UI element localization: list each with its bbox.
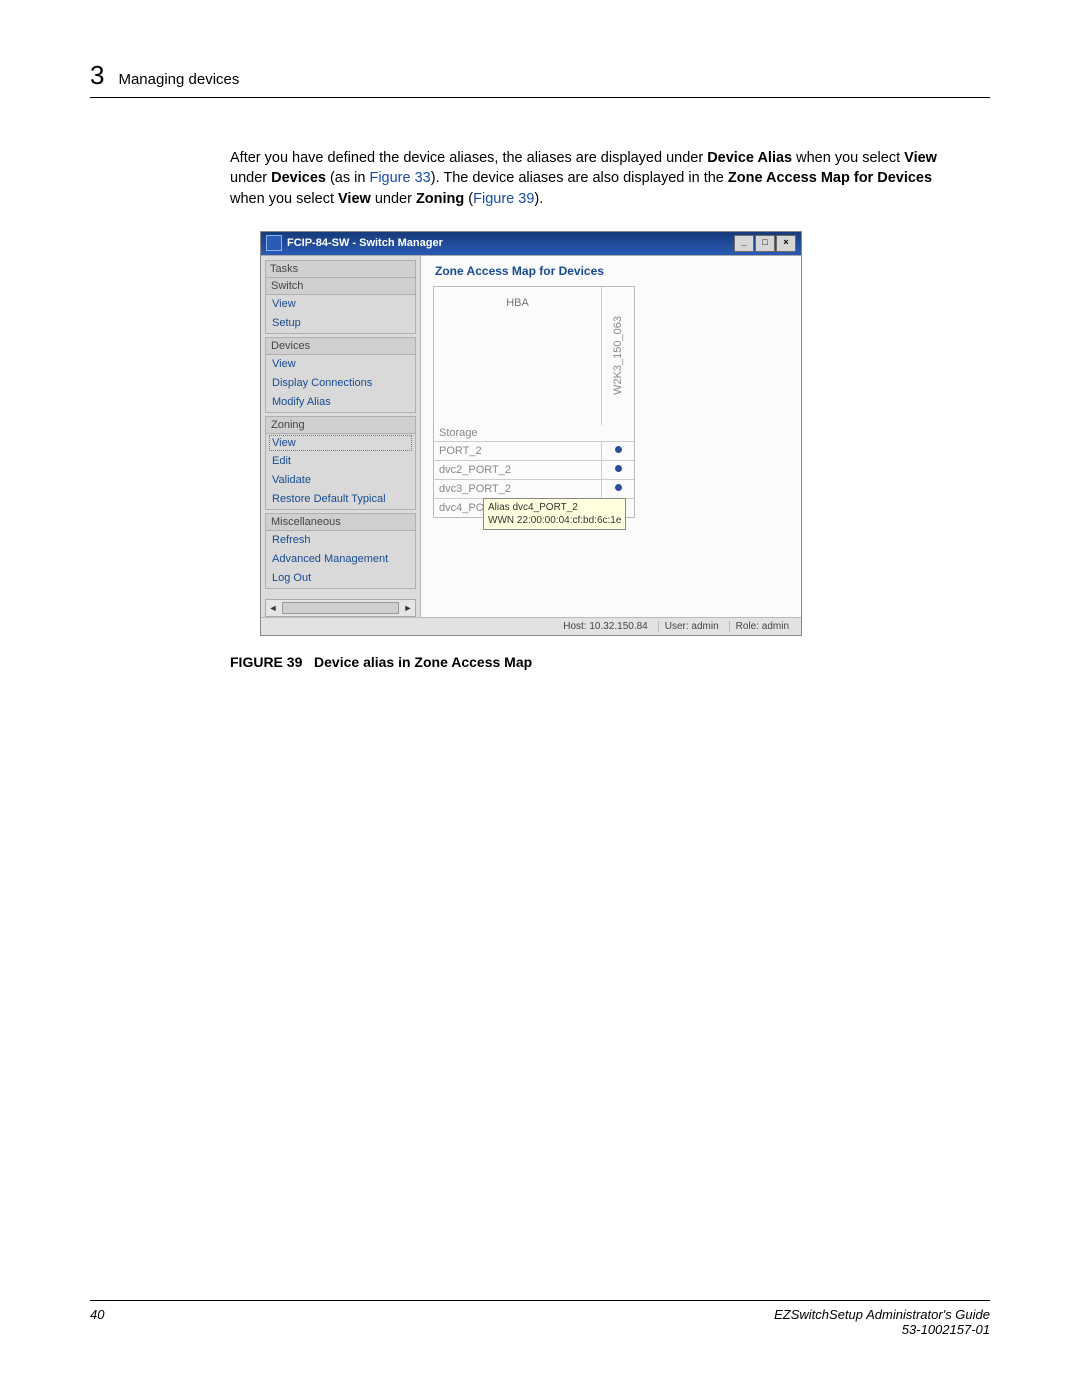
table-row[interactable]: PORT_2 — [434, 441, 634, 460]
horizontal-scrollbar[interactable]: ◄ ► — [265, 599, 416, 617]
dot-icon — [615, 465, 622, 472]
hba-column-header: HBA — [434, 287, 601, 425]
text-bold: Zone Access Map for Devices — [728, 170, 932, 186]
zone-access-map: HBA W2K3_150_063 Storage PORT_2 dvc2_POR… — [433, 286, 635, 518]
row-label: dvc2_PORT_2 — [434, 461, 601, 479]
text-bold: Device Alias — [707, 150, 792, 166]
doc-title: EZSwitchSetup Administrator's Guide — [774, 1307, 990, 1322]
close-button[interactable]: × — [776, 235, 796, 252]
text-bold: View — [904, 150, 937, 166]
figure-link-33[interactable]: Figure 33 — [369, 170, 430, 186]
page-number: 40 — [90, 1307, 104, 1337]
dot-icon — [615, 446, 622, 453]
text: under — [371, 191, 416, 207]
group-zoning: Zoning View Edit Validate Restore Defaul… — [265, 416, 416, 510]
text-bold: Devices — [271, 170, 326, 186]
maximize-button[interactable]: □ — [755, 235, 775, 252]
chapter-number: 3 — [90, 60, 104, 91]
tooltip-alias: Alias dvc4_PORT_2 — [488, 501, 621, 514]
main-panel: Zone Access Map for Devices HBA W2K3_150… — [421, 256, 801, 617]
figure-title: Device alias in Zone Access Map — [314, 654, 532, 670]
chapter-title: Managing devices — [118, 71, 239, 88]
app-icon — [266, 235, 282, 251]
dot-icon — [615, 484, 622, 491]
sidebar-item-validate[interactable]: Validate — [266, 471, 415, 490]
text: ). The device aliases are also displayed… — [431, 170, 728, 186]
scroll-left-icon[interactable]: ◄ — [266, 603, 280, 613]
minimize-button[interactable]: _ — [734, 235, 754, 252]
tasks-sidebar: Tasks Switch View Setup Devices View Dis… — [261, 256, 421, 617]
sidebar-item-advanced-management[interactable]: Advanced Management — [266, 550, 415, 569]
screenshot-window: FCIP-84-SW - Switch Manager _ □ × Tasks … — [260, 231, 802, 636]
group-header: Miscellaneous — [266, 514, 415, 531]
group-devices: Devices View Display Connections Modify … — [265, 337, 416, 413]
storage-label: Storage — [434, 425, 634, 441]
row-label: dvc3_PORT_2 — [434, 480, 601, 498]
window-titlebar[interactable]: FCIP-84-SW - Switch Manager _ □ × — [261, 232, 801, 255]
table-row[interactable]: dvc3_PORT_2 — [434, 479, 634, 498]
window-title: FCIP-84-SW - Switch Manager — [287, 237, 443, 249]
panel-title: Zone Access Map for Devices — [435, 264, 793, 278]
figure-label: FIGURE 39 — [230, 654, 302, 670]
status-role: Role: admin — [729, 621, 795, 632]
sidebar-item-view[interactable]: View — [266, 355, 415, 374]
hba-device-label: W2K3_150_063 — [612, 316, 624, 395]
sidebar-item-view[interactable]: View — [269, 435, 412, 451]
text: (as in — [326, 170, 370, 186]
figure-link-39[interactable]: Figure 39 — [473, 191, 534, 207]
text-bold: View — [338, 191, 371, 207]
sidebar-item-display-connections[interactable]: Display Connections — [266, 374, 415, 393]
text: when you select — [230, 191, 338, 207]
zone-dot-cell[interactable] — [601, 461, 634, 479]
page-header: 3 Managing devices — [90, 60, 990, 98]
scroll-right-icon[interactable]: ► — [401, 603, 415, 613]
group-header: Devices — [266, 338, 415, 355]
sidebar-item-restore-default[interactable]: Restore Default Typical — [266, 490, 415, 509]
text: under — [230, 170, 271, 186]
status-user: User: admin — [658, 621, 725, 632]
sidebar-item-edit[interactable]: Edit — [266, 452, 415, 471]
sidebar-item-refresh[interactable]: Refresh — [266, 531, 415, 550]
tooltip: Alias dvc4_PORT_2 WWN 22:00:00:04:cf:bd:… — [483, 498, 626, 530]
group-misc: Miscellaneous Refresh Advanced Managemen… — [265, 513, 416, 589]
tasks-label: Tasks — [265, 260, 416, 277]
page-footer: 40 EZSwitchSetup Administrator's Guide 5… — [90, 1300, 990, 1337]
text: After you have defined the device aliase… — [230, 150, 707, 166]
group-header: Zoning — [266, 417, 415, 434]
body-paragraph: After you have defined the device aliase… — [230, 148, 970, 209]
scroll-thumb[interactable] — [282, 602, 399, 614]
sidebar-item-view[interactable]: View — [266, 295, 415, 314]
sidebar-item-logout[interactable]: Log Out — [266, 569, 415, 588]
group-header: Switch — [266, 278, 415, 295]
status-host: Host: 10.32.150.84 — [557, 621, 654, 632]
table-row[interactable]: dvc2_PORT_2 — [434, 460, 634, 479]
text: ( — [464, 191, 473, 207]
text: when you select — [792, 150, 904, 166]
group-switch: Switch View Setup — [265, 277, 416, 334]
sidebar-item-modify-alias[interactable]: Modify Alias — [266, 393, 415, 412]
tooltip-wwn: WWN 22:00:00:04:cf:bd:6c:1e — [488, 514, 621, 527]
doc-number: 53-1002157-01 — [774, 1322, 990, 1337]
zone-dot-cell[interactable] — [601, 442, 634, 460]
gap — [302, 654, 314, 670]
text-bold: Zoning — [416, 191, 464, 207]
figure-caption: FIGURE 39 Device alias in Zone Access Ma… — [230, 654, 990, 670]
text: ). — [534, 191, 543, 207]
row-label: PORT_2 — [434, 442, 601, 460]
zone-dot-cell[interactable] — [601, 480, 634, 498]
sidebar-item-setup[interactable]: Setup — [266, 314, 415, 333]
status-bar: Host: 10.32.150.84 User: admin Role: adm… — [261, 617, 801, 635]
